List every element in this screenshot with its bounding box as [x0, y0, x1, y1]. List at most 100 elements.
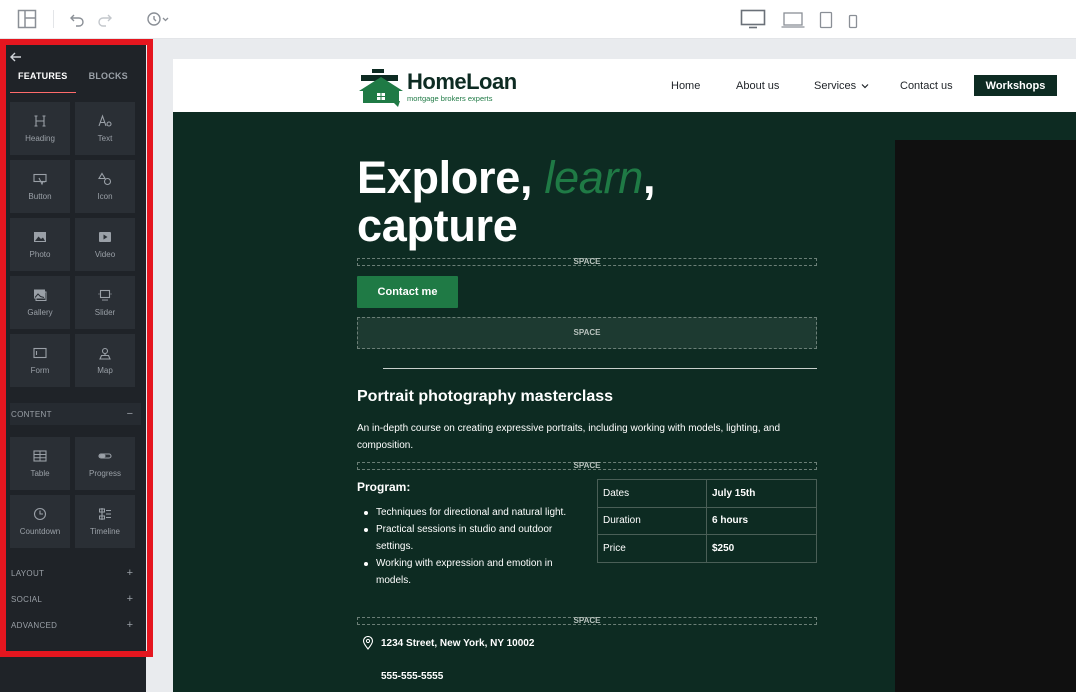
mobile-icon[interactable] — [848, 14, 858, 29]
back-arrow-icon[interactable] — [10, 50, 22, 65]
feature-button[interactable]: Button — [10, 160, 70, 213]
hero-title-line2: capture — [357, 200, 518, 251]
expand-icon[interactable]: + — [119, 619, 141, 631]
space-block[interactable]: SPACE — [357, 258, 817, 266]
hero-heading[interactable]: Explore, learn, capture — [357, 154, 777, 250]
features-grid: Heading Text Button Icon Photo Video Gal… — [10, 102, 136, 387]
feature-icon[interactable]: Icon — [75, 160, 135, 213]
section-label: SOCIAL — [11, 594, 43, 604]
space-block[interactable]: SPACE — [357, 617, 817, 625]
site-logo[interactable]: HomeLoan mortgage brokers experts — [358, 65, 533, 107]
countdown-icon — [33, 507, 47, 521]
chevron-down-icon — [861, 83, 869, 88]
tab-blocks[interactable]: BLOCKS — [76, 68, 142, 93]
logo-title: HomeLoan — [407, 69, 517, 94]
masterclass-title[interactable]: Portrait photography masterclass — [357, 388, 613, 406]
nav-services[interactable]: Services — [814, 59, 870, 112]
slider-icon — [98, 289, 112, 301]
tab-features[interactable]: FEATURES — [10, 68, 76, 93]
feature-photo[interactable]: Photo — [10, 218, 70, 271]
nav-about[interactable]: About us — [736, 59, 779, 112]
redo-icon[interactable] — [97, 11, 113, 27]
section-social[interactable]: SOCIAL + — [10, 588, 141, 610]
feature-label: Slider — [94, 308, 116, 317]
workshops-button[interactable]: Workshops — [974, 75, 1057, 96]
program-title[interactable]: Program: — [357, 480, 410, 494]
section-advanced[interactable]: ADVANCED + — [10, 614, 141, 636]
progress-icon — [98, 453, 112, 459]
button-icon — [33, 173, 47, 186]
feature-label: Heading — [25, 134, 55, 143]
expand-icon[interactable]: + — [119, 567, 141, 579]
list-item[interactable]: Practical sessions in studio and outdoor… — [361, 521, 571, 555]
page-canvas: HomeLoan mortgage brokers experts Home A… — [173, 59, 1076, 692]
text-icon — [98, 114, 112, 127]
hero-title-accent: learn — [544, 152, 643, 203]
section-content[interactable]: CONTENT − — [10, 403, 141, 425]
table-value: $250 — [706, 534, 817, 563]
feature-label: Video — [94, 250, 116, 259]
toolbar-divider — [53, 10, 54, 28]
desktop-icon[interactable] — [740, 9, 766, 29]
divider — [383, 368, 817, 369]
phone-number[interactable]: 555-555-5555 — [381, 671, 443, 682]
feature-label: Text — [97, 134, 113, 143]
photo-icon — [34, 232, 46, 242]
feature-text[interactable]: Text — [75, 102, 135, 155]
feature-table[interactable]: Table — [10, 437, 70, 490]
table-key: Dates — [597, 479, 707, 508]
feature-label: Timeline — [90, 527, 120, 536]
editor-toolbar — [0, 0, 1076, 39]
section-layout[interactable]: LAYOUT + — [10, 562, 141, 584]
nav-services-label: Services — [814, 79, 857, 92]
nav-contact[interactable]: Contact us — [900, 59, 953, 112]
hero-title-part1: Explore, — [357, 152, 545, 203]
expand-icon[interactable]: + — [119, 593, 141, 605]
feature-map[interactable]: Map — [75, 334, 135, 387]
feature-timeline[interactable]: Timeline — [75, 495, 135, 548]
form-icon — [33, 347, 47, 359]
address[interactable]: 1234 Street, New York, NY 10002 — [357, 636, 534, 650]
table-key: Duration — [597, 506, 707, 535]
laptop-icon[interactable] — [781, 11, 805, 29]
table-row: Duration 6 hours — [597, 506, 817, 535]
layout-icon[interactable] — [17, 9, 37, 29]
details-table[interactable]: Dates July 15th Duration 6 hours Price $… — [597, 479, 817, 563]
feature-video[interactable]: Video — [75, 218, 135, 271]
table-row: Price $250 — [597, 534, 817, 563]
heading-icon — [34, 115, 46, 127]
feature-label: Gallery — [27, 308, 53, 317]
undo-icon[interactable] — [69, 11, 85, 27]
table-icon — [33, 450, 47, 462]
list-item[interactable]: Techniques for directional and natural l… — [361, 504, 571, 521]
location-pin-icon — [362, 636, 374, 650]
content-grid: Table Progress Countdown Timeline — [10, 437, 136, 548]
feature-label: Countdown — [19, 527, 61, 536]
shapes-icon — [98, 172, 112, 186]
collapse-icon[interactable]: − — [119, 408, 141, 420]
program-list: Techniques for directional and natural l… — [361, 504, 571, 589]
feature-slider[interactable]: Slider — [75, 276, 135, 329]
feature-form[interactable]: Form — [10, 334, 70, 387]
feature-progress[interactable]: Progress — [75, 437, 135, 490]
nav-home[interactable]: Home — [671, 59, 700, 112]
address-text: 1234 Street, New York, NY 10002 — [381, 637, 535, 649]
feature-label: Button — [28, 192, 52, 201]
space-block[interactable]: SPACE — [357, 462, 817, 470]
list-item[interactable]: Working with expression and emotion in m… — [361, 555, 571, 589]
feature-label: Table — [30, 469, 50, 478]
feature-gallery[interactable]: Gallery — [10, 276, 70, 329]
house-logo-icon — [359, 69, 403, 107]
feature-heading[interactable]: Heading — [10, 102, 70, 155]
contact-me-button[interactable]: Contact me — [357, 276, 458, 308]
map-icon — [99, 347, 111, 360]
space-block[interactable]: SPACE — [357, 317, 817, 349]
tablet-icon[interactable] — [819, 11, 833, 29]
history-icon[interactable] — [145, 10, 171, 28]
section-label: LAYOUT — [11, 568, 45, 578]
feature-label: Map — [97, 366, 113, 375]
sidebar-tabs: FEATURES BLOCKS — [10, 68, 141, 93]
masterclass-description[interactable]: An in-depth course on creating expressiv… — [357, 420, 817, 454]
feature-countdown[interactable]: Countdown — [10, 495, 70, 548]
logo-subtitle: mortgage brokers experts — [407, 94, 493, 103]
